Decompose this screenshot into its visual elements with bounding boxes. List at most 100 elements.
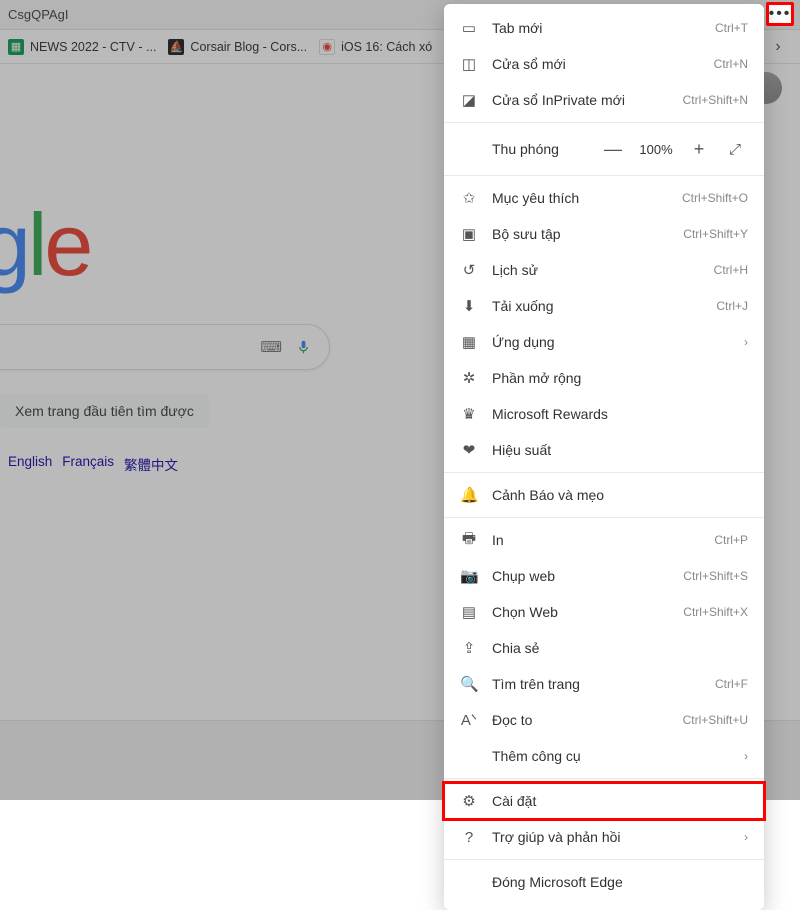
feeling-lucky-button[interactable]: Xem trang đầu tiên tìm được bbox=[0, 394, 209, 428]
menu-label: Bộ sưu tập bbox=[492, 226, 561, 242]
apps-icon: ▦ bbox=[460, 333, 478, 351]
shortcut: Ctrl+Shift+X bbox=[683, 605, 748, 619]
menu-find[interactable]: 🔍Tìm trên trangCtrl+F bbox=[444, 666, 764, 702]
menu-label: Chọn Web bbox=[492, 604, 558, 620]
menu-share[interactable]: ⇪ Chia sẻ bbox=[444, 630, 764, 666]
read-aloud-icon: Aᐠ bbox=[460, 711, 478, 729]
menu-alerts[interactable]: 🔔 Cảnh Báo và mẹo bbox=[444, 477, 764, 513]
menu-apps[interactable]: ▦ Ứng dụng › bbox=[444, 324, 764, 360]
menu-label: Cửa sổ mới bbox=[492, 56, 566, 72]
microphone-icon[interactable] bbox=[296, 337, 311, 357]
print-icon: 🖶 bbox=[460, 528, 478, 553]
help-icon: ? bbox=[460, 829, 478, 846]
menu-rewards[interactable]: ♛ Microsoft Rewards bbox=[444, 396, 764, 432]
menu-favorites[interactable]: ✩ Mục yêu thích Ctrl+Shift+O bbox=[444, 180, 764, 216]
inprivate-icon: ◪ bbox=[460, 91, 478, 109]
language-link[interactable]: Français bbox=[62, 454, 114, 474]
zoom-label: Thu phóng bbox=[492, 141, 590, 157]
menu-zoom: Thu phóng — 100% + ⤢ bbox=[444, 127, 764, 171]
shortcut: Ctrl+P bbox=[714, 533, 748, 547]
menu-label: Cửa sổ InPrivate mới bbox=[492, 92, 625, 108]
menu-downloads[interactable]: ⬇Tải xuốngCtrl+J bbox=[444, 288, 764, 324]
chevron-right-icon: › bbox=[744, 749, 748, 763]
menu-separator bbox=[444, 517, 764, 518]
menu-label: Cảnh Báo và mẹo bbox=[492, 487, 604, 503]
menu-label: Đọc to bbox=[492, 712, 532, 728]
shortcut: Ctrl+F bbox=[715, 677, 748, 691]
menu-print[interactable]: 🖶 In Ctrl+P bbox=[444, 522, 764, 558]
history-icon: ↺ bbox=[460, 261, 478, 279]
share-icon: ⇪ bbox=[460, 639, 478, 657]
language-link[interactable]: English bbox=[8, 454, 52, 474]
menu-new-window[interactable]: ◫ Cửa sổ mới Ctrl+N bbox=[444, 46, 764, 82]
bookmark-label: Corsair Blog - Cors... bbox=[190, 40, 307, 54]
menu-label: Hiệu suất bbox=[492, 442, 551, 458]
menu-performance[interactable]: ❤ Hiệu suất bbox=[444, 432, 764, 468]
menu-label: Mục yêu thích bbox=[492, 190, 579, 206]
menu-web-capture[interactable]: 📷Chụp webCtrl+Shift+S bbox=[444, 558, 764, 594]
shortcut: Ctrl+Shift+S bbox=[683, 569, 748, 583]
menu-label: Cài đặt bbox=[492, 793, 536, 809]
bookmarks-overflow-button[interactable]: › bbox=[764, 33, 792, 61]
zoom-value: 100% bbox=[636, 142, 676, 157]
menu-label: Tab mới bbox=[492, 20, 542, 36]
bookmark-item[interactable]: ◉ iOS 16: Cách xó bbox=[319, 39, 432, 55]
camera-icon: 📷 bbox=[460, 567, 478, 585]
menu-separator bbox=[444, 175, 764, 176]
rewards-icon: ♛ bbox=[460, 405, 478, 423]
zoom-out-button[interactable]: — bbox=[600, 136, 626, 162]
keyboard-icon[interactable]: ⌨ bbox=[260, 338, 282, 356]
shortcut: Ctrl+N bbox=[714, 57, 748, 71]
menu-new-tab[interactable]: ▭Tab mớiCtrl+T bbox=[444, 10, 764, 46]
bell-icon: 🔔 bbox=[460, 486, 478, 504]
menu-separator bbox=[444, 122, 764, 123]
language-link[interactable]: 繁體中文 bbox=[124, 454, 178, 474]
shortcut: Ctrl+Shift+O bbox=[682, 191, 748, 205]
menu-history[interactable]: ↺ Lịch sử Ctrl+H bbox=[444, 252, 764, 288]
menu-web-select[interactable]: ▤ Chọn Web Ctrl+Shift+X bbox=[444, 594, 764, 630]
gear-icon: ⚙ bbox=[460, 792, 478, 810]
sheets-icon: ▦ bbox=[8, 39, 24, 55]
fullscreen-button[interactable]: ⤢ bbox=[722, 136, 748, 162]
menu-label: Trợ giúp và phản hồi bbox=[492, 829, 621, 845]
menu-extensions[interactable]: ✲Phần mở rộng bbox=[444, 360, 764, 396]
shortcut: Ctrl+J bbox=[716, 299, 748, 313]
menu-label: Lịch sử bbox=[492, 262, 538, 278]
chevron-right-icon: › bbox=[744, 335, 748, 349]
bookmark-label: iOS 16: Cách xó bbox=[341, 40, 432, 54]
shortcut: Ctrl+Shift+Y bbox=[683, 227, 748, 241]
menu-settings[interactable]: ⚙ Cài đặt bbox=[444, 783, 764, 819]
menu-read-aloud[interactable]: Aᐠ Đọc to Ctrl+Shift+U bbox=[444, 702, 764, 738]
menu-separator bbox=[444, 859, 764, 860]
menu-label: Đóng Microsoft Edge bbox=[492, 874, 623, 890]
menu-label: In bbox=[492, 532, 504, 548]
select-icon: ▤ bbox=[460, 603, 478, 621]
window-icon: ◫ bbox=[460, 55, 478, 73]
shortcut: Ctrl+T bbox=[715, 21, 748, 35]
bookmark-item[interactable]: ⛵ Corsair Blog - Cors... bbox=[168, 39, 307, 55]
menu-label: Microsoft Rewards bbox=[492, 406, 608, 422]
more-menu-button[interactable]: ••• bbox=[766, 2, 794, 26]
menu-label: Ứng dụng bbox=[492, 334, 555, 350]
google-logo: oogle bbox=[0, 194, 90, 296]
menu-label: Phần mở rộng bbox=[492, 370, 581, 386]
menu-help[interactable]: ?Trợ giúp và phản hồi› bbox=[444, 819, 764, 855]
menu-close-edge[interactable]: Đóng Microsoft Edge bbox=[444, 864, 764, 900]
shortcut: Ctrl+Shift+U bbox=[683, 713, 748, 727]
settings-menu: ▭Tab mớiCtrl+T ◫Cửa sổ mớiCtrl+N ◪Cửa sổ… bbox=[444, 4, 764, 910]
star-icon: ✩ bbox=[460, 189, 478, 207]
search-icon: 🔍 bbox=[460, 675, 478, 693]
zoom-in-button[interactable]: + bbox=[686, 136, 712, 162]
shortcut: Ctrl+H bbox=[714, 263, 748, 277]
language-links: English Français 繁體中文 bbox=[8, 454, 178, 474]
search-input[interactable]: ⌨ bbox=[0, 324, 330, 370]
menu-more-tools[interactable]: Thêm công cụ› bbox=[444, 738, 764, 774]
chevron-right-icon: › bbox=[775, 38, 780, 56]
bookmark-item[interactable]: ▦ NEWS 2022 - CTV - ... bbox=[8, 39, 156, 55]
menu-separator bbox=[444, 778, 764, 779]
download-icon: ⬇ bbox=[460, 297, 478, 315]
performance-icon: ❤ bbox=[460, 441, 478, 459]
menu-label: Chia sẻ bbox=[492, 640, 539, 656]
menu-collections[interactable]: ▣Bộ sưu tậpCtrl+Shift+Y bbox=[444, 216, 764, 252]
menu-new-inprivate[interactable]: ◪Cửa sổ InPrivate mớiCtrl+Shift+N bbox=[444, 82, 764, 118]
